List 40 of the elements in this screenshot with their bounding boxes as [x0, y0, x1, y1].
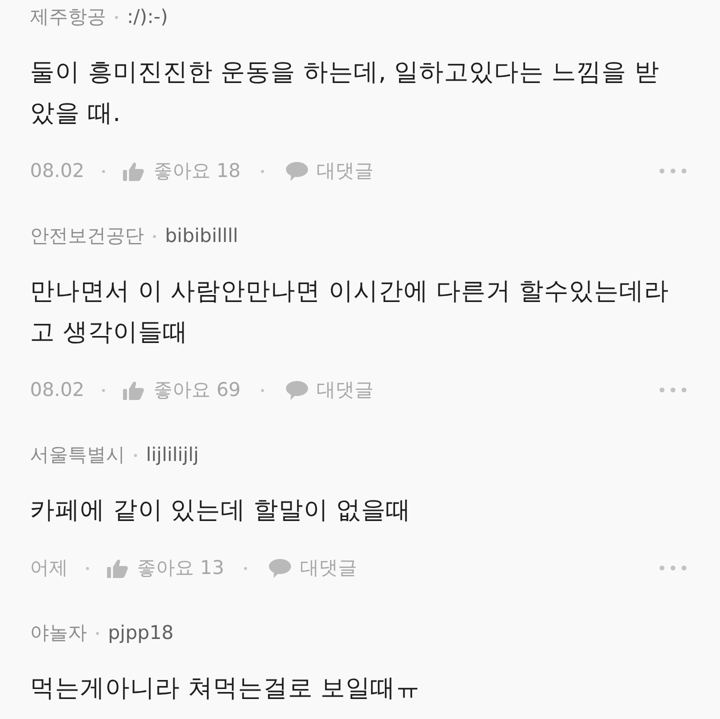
reply-button[interactable]: 대댓글 [286, 376, 374, 404]
comment-date: 08.02 [30, 160, 84, 182]
username[interactable]: lijlilijlj [146, 441, 199, 469]
more-icon[interactable] [659, 565, 687, 571]
reply-button[interactable]: 대댓글 [269, 554, 358, 582]
comment-text: 카페에 같이 있는데 할말이 없을때 [30, 494, 412, 526]
thumbs-up-icon [123, 380, 144, 400]
like-button[interactable]: 좋아요 69 [123, 376, 241, 404]
separator-dot-icon [134, 454, 137, 456]
username[interactable]: :/):-) [127, 3, 168, 31]
separator-dot-icon [244, 566, 248, 570]
separator-dot-icon [153, 234, 156, 238]
more-icon[interactable] [659, 387, 687, 393]
author-location: 야놀자 [30, 621, 87, 646]
author-location: 안전보건공단 [30, 224, 144, 249]
separator-dot-icon [102, 170, 106, 172]
comment-text: 둘이 흥미진진한 운동을 하는데, 일하고있다는 느낌을 받았을 때. [30, 56, 661, 129]
separator-dot-icon [102, 388, 106, 392]
username[interactable]: pjpp18 [108, 619, 174, 647]
comment-date: 08.02 [30, 379, 84, 401]
like-button[interactable]: 좋아요 13 [107, 554, 224, 582]
separator-dot-icon [260, 170, 264, 172]
speech-bubble-icon [286, 162, 308, 180]
speech-bubble-icon [286, 380, 308, 400]
like-button[interactable]: 좋아요 18 [123, 157, 241, 185]
author-location: 서울특별시 [30, 443, 125, 468]
thumbs-up-icon [107, 558, 128, 578]
separator-dot-icon [115, 16, 118, 18]
author-location: 제주항공 [30, 5, 106, 30]
speech-bubble-icon [269, 558, 292, 578]
more-icon[interactable] [659, 168, 687, 174]
username[interactable]: bibibillll [165, 222, 238, 250]
thumbs-up-icon [123, 162, 144, 180]
separator-dot-icon [96, 632, 99, 634]
separator-dot-icon [86, 566, 89, 570]
reply-button[interactable]: 대댓글 [286, 157, 374, 185]
separator-dot-icon [260, 388, 264, 392]
comment-text: 만나면서 이 사람안만나면 이시간에 다른거 할수있는데라고 생각이들때 [30, 275, 670, 348]
comment-date: 어제 [30, 556, 68, 581]
comment-text: 먹는게아니라 쳐먹는걸로 보일때ㅠ [30, 672, 422, 704]
